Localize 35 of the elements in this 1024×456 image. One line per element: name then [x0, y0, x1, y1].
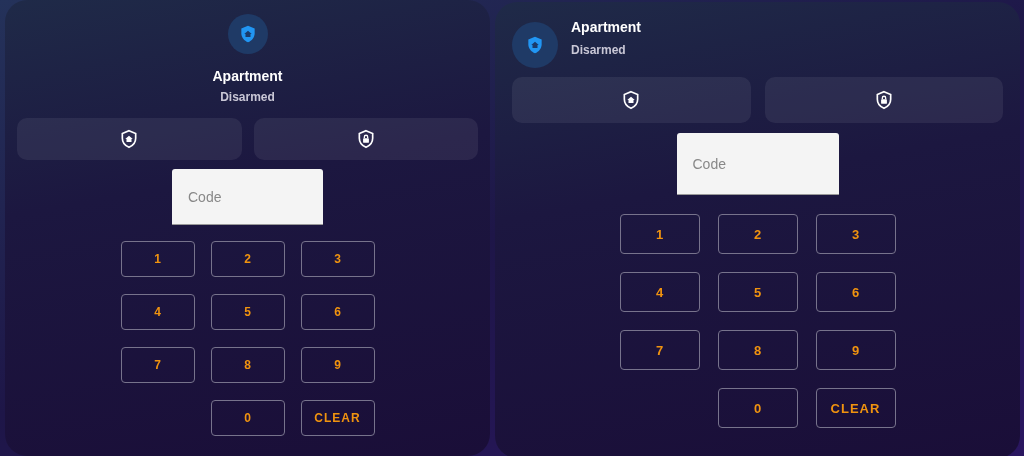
- keypad-key[interactable]: 4: [619, 272, 700, 312]
- keypad-key[interactable]: 1: [619, 214, 700, 254]
- keypad-key[interactable]: 2: [717, 214, 798, 254]
- keypad-key[interactable]: 2: [210, 241, 285, 277]
- clear-button[interactable]: CLEAR: [815, 388, 896, 428]
- alarm-state: Disarmed: [220, 90, 275, 104]
- keypad-key[interactable]: 9: [300, 347, 375, 383]
- clear-button[interactable]: CLEAR: [300, 400, 375, 436]
- keypad-key[interactable]: 0: [210, 400, 285, 436]
- keypad-key[interactable]: 0: [717, 388, 798, 428]
- keypad-key[interactable]: 6: [300, 294, 375, 330]
- card-title: Apartment: [212, 68, 283, 84]
- keypad-key[interactable]: 7: [619, 330, 700, 370]
- keypad-key[interactable]: 3: [300, 241, 375, 277]
- keypad-key[interactable]: 5: [717, 272, 798, 312]
- code-field[interactable]: Code: [172, 169, 323, 225]
- keypad-key[interactable]: 1: [120, 241, 195, 277]
- keypad-key[interactable]: 7: [120, 347, 195, 383]
- keypad-key[interactable]: 5: [210, 294, 285, 330]
- shield-house-icon: [119, 129, 140, 149]
- card-title: Apartment: [571, 19, 641, 35]
- keypad-key[interactable]: 9: [815, 330, 896, 370]
- keypad-key[interactable]: 8: [717, 330, 798, 370]
- arm-button[interactable]: [17, 118, 242, 160]
- arm-button[interactable]: [512, 77, 751, 123]
- shield-house-icon: [525, 35, 545, 55]
- shield-house-icon: [621, 90, 642, 110]
- keypad-key[interactable]: 6: [815, 272, 896, 312]
- code-field[interactable]: Code: [676, 133, 839, 195]
- arm-button[interactable]: [764, 77, 1003, 123]
- keypad-key[interactable]: 3: [815, 214, 896, 254]
- keypad-key[interactable]: 4: [120, 294, 195, 330]
- alarm-state: Disarmed: [571, 43, 627, 57]
- keypad-key[interactable]: 8: [210, 347, 285, 383]
- arm-button[interactable]: [253, 118, 478, 160]
